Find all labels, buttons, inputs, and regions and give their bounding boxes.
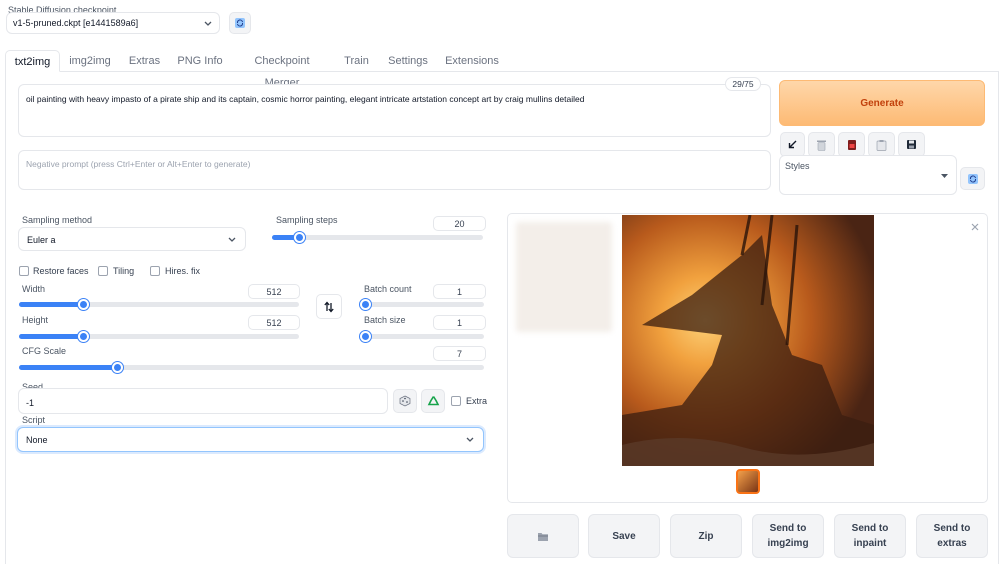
reuse-seed-button[interactable] (421, 389, 445, 413)
restore-faces-checkbox[interactable] (19, 266, 29, 276)
chevron-down-icon (204, 21, 212, 26)
cfg-scale-label: CFG Scale (22, 346, 67, 356)
floppy-disk-icon (907, 140, 916, 149)
chevron-down-icon (941, 174, 948, 178)
token-counter: 29/75 (725, 77, 761, 91)
height-input[interactable]: 512 (248, 315, 300, 330)
styles-label: Styles (785, 161, 810, 171)
sampling-method-value: Euler a (27, 235, 56, 245)
chevron-down-icon (466, 437, 474, 442)
show-extra-networks-button[interactable] (838, 132, 865, 157)
chevron-down-icon (228, 237, 236, 242)
restore-faces-label: Restore faces (33, 266, 89, 276)
script-label: Script (22, 415, 46, 425)
cfg-scale-track[interactable] (19, 365, 484, 370)
sampling-method-select[interactable]: Euler a (18, 227, 246, 251)
read-params-button[interactable] (780, 132, 805, 157)
prompt-text: oil painting with heavy impasto of a pir… (26, 94, 585, 104)
hires-fix-checkbox[interactable] (150, 266, 160, 276)
height-label: Height (22, 315, 49, 325)
apply-style-button[interactable] (868, 132, 895, 157)
recycle-icon (427, 395, 439, 405)
cfg-scale-thumb[interactable] (111, 362, 123, 373)
red-card-icon (847, 139, 856, 150)
negative-prompt-textarea[interactable]: Negative prompt (press Ctrl+Enter or Alt… (18, 150, 771, 190)
save-style-button[interactable] (898, 132, 925, 157)
tiling-checkbox[interactable] (98, 266, 108, 276)
prompt-textarea[interactable]: oil painting with heavy impasto of a pir… (18, 84, 771, 137)
output-gallery (507, 213, 988, 503)
swap-dimensions-button[interactable] (316, 294, 342, 319)
batch-count-track[interactable] (360, 302, 484, 307)
generated-image[interactable] (622, 215, 874, 466)
close-icon[interactable] (971, 223, 979, 231)
extra-seed-checkbox[interactable] (451, 396, 461, 406)
script-select[interactable]: None (17, 427, 484, 452)
open-folder-button[interactable] (507, 514, 579, 558)
send-to-inpaint-button[interactable]: Send to inpaint (834, 514, 906, 558)
width-input[interactable]: 512 (248, 284, 300, 299)
tab-settings[interactable]: Settings (385, 50, 431, 72)
trash-icon (817, 140, 826, 151)
clear-prompt-button[interactable] (808, 132, 835, 157)
tab-extensions[interactable]: Extensions (443, 50, 501, 72)
width-track[interactable] (19, 302, 299, 307)
batch-size-thumb[interactable] (360, 331, 371, 342)
sampling-method-label: Sampling method (22, 215, 93, 225)
folder-icon (538, 532, 548, 541)
batch-count-label: Batch count (364, 284, 412, 294)
hires-fix-label: Hires. fix (165, 266, 201, 276)
width-label: Width (22, 284, 46, 294)
batch-count-input[interactable]: 1 (433, 284, 486, 299)
tab-txt2img[interactable]: txt2img (5, 50, 60, 72)
tab-img2img[interactable]: img2img (64, 50, 116, 72)
styles-select[interactable]: Styles (779, 155, 957, 195)
seed-value: -1 (26, 398, 35, 408)
seed-input[interactable]: -1 (18, 388, 388, 414)
checkpoint-value: v1-5-pruned.ckpt [e1441589a6] (13, 18, 139, 28)
generate-button[interactable]: Generate (779, 80, 985, 126)
tab-checkpoint-merger[interactable]: Checkpoint Merger (236, 50, 328, 89)
script-value: None (26, 435, 48, 445)
negative-prompt-placeholder: Negative prompt (press Ctrl+Enter or Alt… (26, 159, 251, 169)
gallery-thumbnail[interactable] (736, 469, 760, 494)
height-track[interactable] (19, 334, 299, 339)
sampling-steps-label: Sampling steps (276, 215, 338, 225)
blurred-preview (516, 222, 612, 332)
arrow-down-left-icon (788, 140, 797, 149)
send-to-extras-button[interactable]: Send to extras (916, 514, 988, 558)
random-seed-button[interactable] (393, 389, 417, 413)
refresh-styles-button[interactable] (960, 167, 985, 190)
tab-train[interactable]: Train (338, 50, 375, 72)
dice-icon (399, 395, 411, 407)
clipboard-icon (876, 139, 887, 151)
swap-icon (324, 301, 334, 312)
zip-button[interactable]: Zip (670, 514, 742, 558)
batch-size-track[interactable] (360, 334, 484, 339)
batch-count-thumb[interactable] (360, 299, 371, 310)
batch-size-input[interactable]: 1 (433, 315, 486, 330)
extra-seed-label: Extra (466, 396, 488, 406)
sampling-steps-input[interactable]: 20 (433, 216, 486, 231)
tab-extras[interactable]: Extras (122, 50, 167, 72)
refresh-icon (235, 18, 245, 28)
tiling-label: Tiling (113, 266, 135, 276)
refresh-checkpoint-button[interactable] (229, 12, 251, 34)
save-button[interactable]: Save (588, 514, 660, 558)
send-to-img2img-button[interactable]: Send to img2img (752, 514, 824, 558)
cfg-scale-input[interactable]: 7 (433, 346, 486, 361)
checkpoint-select[interactable]: v1-5-pruned.ckpt [e1441589a6] (6, 12, 220, 34)
tab-png-info[interactable]: PNG Info (174, 50, 226, 72)
batch-size-label: Batch size (364, 315, 406, 325)
refresh-icon (967, 173, 978, 184)
